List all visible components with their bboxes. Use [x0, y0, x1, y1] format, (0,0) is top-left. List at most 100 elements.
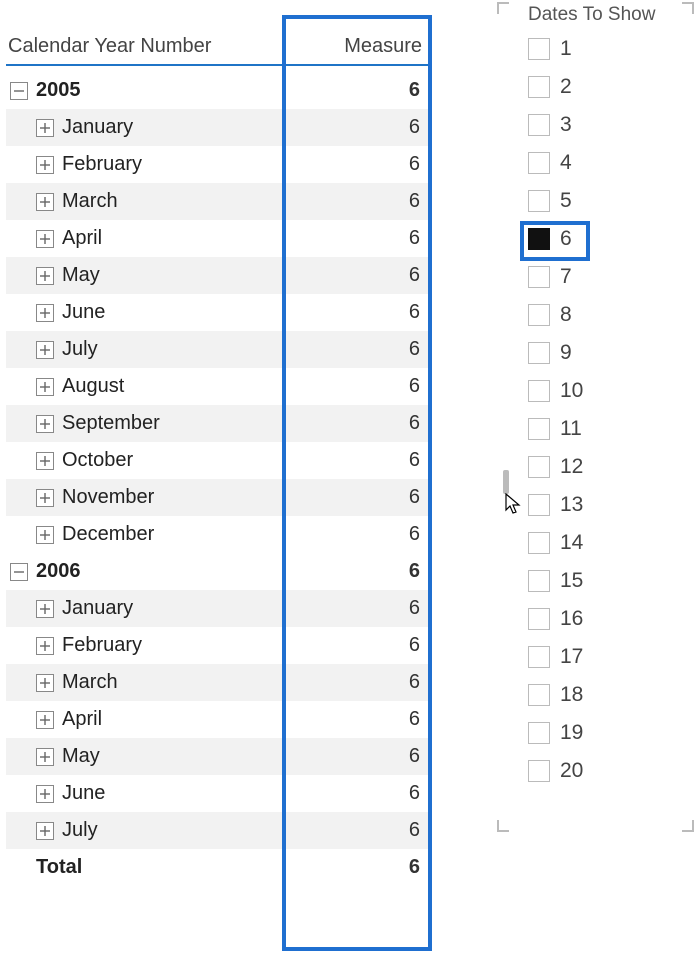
- expand-icon[interactable]: [36, 526, 54, 544]
- expand-icon[interactable]: [36, 785, 54, 803]
- matrix-row[interactable]: 20066: [6, 553, 428, 590]
- slicer-item[interactable]: 6: [528, 220, 690, 258]
- matrix-row[interactable]: March6: [6, 664, 428, 701]
- matrix-row[interactable]: October6: [6, 442, 428, 479]
- slicer-checkbox[interactable]: [528, 684, 550, 706]
- slicer-checkbox[interactable]: [528, 304, 550, 326]
- slicer-item[interactable]: 17: [528, 638, 690, 676]
- slicer-item[interactable]: 12: [528, 448, 690, 486]
- slicer-item-label: 9: [560, 341, 572, 365]
- slicer-checkbox[interactable]: [528, 722, 550, 744]
- matrix-row[interactable]: February6: [6, 146, 428, 183]
- matrix-row[interactable]: January6: [6, 590, 428, 627]
- slicer-checkbox[interactable]: [528, 76, 550, 98]
- slicer-checkbox[interactable]: [528, 228, 550, 250]
- slicer-checkbox[interactable]: [528, 190, 550, 212]
- slicer-checkbox[interactable]: [528, 456, 550, 478]
- matrix-row[interactable]: May6: [6, 738, 428, 775]
- slicer-checkbox[interactable]: [528, 494, 550, 516]
- slicer-item[interactable]: 4: [528, 144, 690, 182]
- slicer-item-label: 16: [560, 607, 583, 631]
- matrix-row-value: 6: [326, 301, 428, 324]
- slicer-item[interactable]: 15: [528, 562, 690, 600]
- expand-icon[interactable]: [36, 193, 54, 211]
- expand-icon[interactable]: [36, 304, 54, 322]
- slicer-item[interactable]: 14: [528, 524, 690, 562]
- slicer-checkbox[interactable]: [528, 152, 550, 174]
- matrix-visual[interactable]: Calendar Year Number Measure 20056Januar…: [6, 20, 428, 886]
- matrix-row[interactable]: December6: [6, 516, 428, 553]
- slicer-item[interactable]: 16: [528, 600, 690, 638]
- expand-icon[interactable]: [36, 711, 54, 729]
- slicer-item[interactable]: 18: [528, 676, 690, 714]
- matrix-row[interactable]: January6: [6, 109, 428, 146]
- matrix-row[interactable]: April6: [6, 220, 428, 257]
- matrix-row[interactable]: March6: [6, 183, 428, 220]
- matrix-row[interactable]: July6: [6, 812, 428, 849]
- matrix-header-rowlabel[interactable]: Calendar Year Number: [6, 31, 300, 64]
- slicer-checkbox[interactable]: [528, 760, 550, 782]
- matrix-header-measure[interactable]: Measure: [300, 31, 428, 64]
- expand-icon[interactable]: [36, 822, 54, 840]
- slicer-item[interactable]: 20: [528, 752, 690, 790]
- expand-icon[interactable]: [36, 267, 54, 285]
- slicer-checkbox[interactable]: [528, 114, 550, 136]
- expand-icon[interactable]: [36, 637, 54, 655]
- slicer-checkbox[interactable]: [528, 380, 550, 402]
- collapse-icon[interactable]: [10, 563, 28, 581]
- matrix-row[interactable]: June 6: [6, 294, 428, 331]
- slicer-item[interactable]: 3: [528, 106, 690, 144]
- matrix-row[interactable]: 20056: [6, 72, 428, 109]
- expand-icon[interactable]: [36, 674, 54, 692]
- expand-icon[interactable]: [36, 341, 54, 359]
- slicer-checkbox[interactable]: [528, 532, 550, 554]
- slicer-item[interactable]: 11: [528, 410, 690, 448]
- visual-corner-icon: [497, 2, 509, 14]
- collapse-icon[interactable]: [10, 82, 28, 100]
- slicer-item[interactable]: 9: [528, 334, 690, 372]
- slicer-item[interactable]: 10: [528, 372, 690, 410]
- slicer-checkbox[interactable]: [528, 608, 550, 630]
- slicer-item-label: 19: [560, 721, 583, 745]
- matrix-row[interactable]: April6: [6, 701, 428, 738]
- matrix-row[interactable]: May6: [6, 257, 428, 294]
- matrix-row[interactable]: September6: [6, 405, 428, 442]
- expand-icon[interactable]: [36, 748, 54, 766]
- slicer-checkbox[interactable]: [528, 646, 550, 668]
- matrix-row-value: 6: [326, 671, 428, 694]
- slicer-checkbox[interactable]: [528, 266, 550, 288]
- expand-icon[interactable]: [36, 452, 54, 470]
- expand-icon[interactable]: [36, 156, 54, 174]
- slicer-checkbox[interactable]: [528, 570, 550, 592]
- slicer-checkbox[interactable]: [528, 342, 550, 364]
- scrollbar-thumb[interactable]: [503, 470, 509, 494]
- expand-icon[interactable]: [36, 378, 54, 396]
- slicer-item[interactable]: 1: [528, 30, 690, 68]
- matrix-row-value: 6: [326, 375, 428, 398]
- slicer-item[interactable]: 13: [528, 486, 690, 524]
- slicer-item-label: 8: [560, 303, 572, 327]
- matrix-row[interactable]: November6: [6, 479, 428, 516]
- slicer-item[interactable]: 5: [528, 182, 690, 220]
- matrix-row[interactable]: July6: [6, 331, 428, 368]
- expand-icon[interactable]: [36, 119, 54, 137]
- slicer-item[interactable]: 19: [528, 714, 690, 752]
- slicer-item[interactable]: 2: [528, 68, 690, 106]
- slicer-item[interactable]: 7: [528, 258, 690, 296]
- matrix-row-label: February: [62, 634, 142, 657]
- expand-icon[interactable]: [36, 489, 54, 507]
- slicer-visual[interactable]: Dates To Show 12345678910111213141516171…: [500, 4, 690, 790]
- expand-icon[interactable]: [36, 600, 54, 618]
- slicer-item[interactable]: 8: [528, 296, 690, 334]
- slicer-checkbox[interactable]: [528, 418, 550, 440]
- expand-icon[interactable]: [36, 230, 54, 248]
- matrix-row-value: 6: [326, 190, 428, 213]
- matrix-row[interactable]: February6: [6, 627, 428, 664]
- matrix-total-row[interactable]: Total6: [6, 849, 428, 886]
- matrix-row[interactable]: August6: [6, 368, 428, 405]
- matrix-row-value: 6: [326, 782, 428, 805]
- expand-icon[interactable]: [36, 415, 54, 433]
- slicer-checkbox[interactable]: [528, 38, 550, 60]
- matrix-row-label: June: [62, 301, 105, 324]
- matrix-row[interactable]: June6: [6, 775, 428, 812]
